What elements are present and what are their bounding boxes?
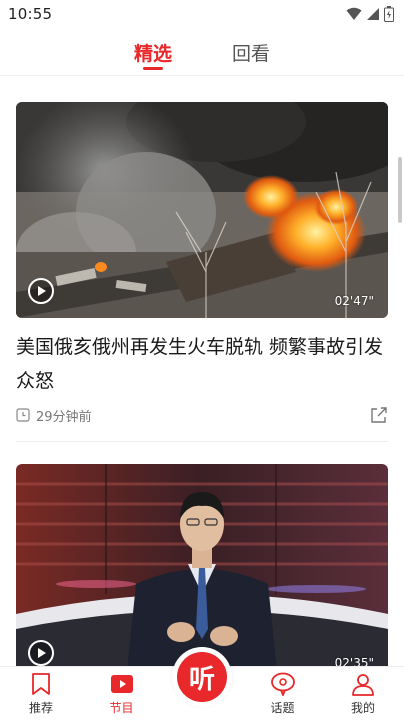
nav-item-recommend[interactable]: 推荐 (10, 667, 72, 720)
news-title[interactable]: 美国俄亥俄州再发生火车脱轨 频繁事故引发众怒 (16, 330, 388, 398)
nav-label: 话题 (270, 701, 295, 715)
nav-label: 我的 (350, 701, 375, 715)
status-time: 10:55 (8, 5, 53, 23)
news-anchor-image (16, 464, 388, 666)
play-button[interactable] (28, 640, 54, 666)
user-icon (350, 671, 376, 697)
status-icons (346, 6, 394, 22)
play-icon (38, 286, 46, 296)
bookmark-icon (28, 671, 54, 697)
divider (16, 441, 388, 442)
nav-label: 推荐 (28, 701, 53, 715)
nav-item-mine[interactable]: 我的 (332, 667, 394, 720)
listen-label: 听 (177, 652, 227, 702)
battery-icon (384, 6, 394, 22)
status-bar: 10:55 (0, 0, 404, 28)
top-tabs: 精选 回看 (0, 28, 404, 76)
scrollbar[interactable] (398, 157, 402, 223)
play-button[interactable] (28, 278, 54, 304)
news-card[interactable]: 02'47" 美国俄亥俄州再发生火车脱轨 频繁事故引发众怒 29分钟前 (16, 102, 388, 442)
news-card[interactable]: 02'35" (16, 464, 388, 666)
video-duration: 02'47" (334, 294, 374, 308)
derailment-scene-image (16, 102, 388, 318)
tab-replay[interactable]: 回看 (232, 28, 270, 76)
clock-icon (16, 408, 30, 422)
video-duration: 02'35" (334, 656, 374, 666)
share-icon[interactable] (370, 406, 388, 424)
nav-label: 节目 (109, 701, 134, 715)
video-thumbnail[interactable]: 02'35" (16, 464, 388, 666)
listen-button[interactable]: 听 (172, 647, 232, 707)
tab-featured[interactable]: 精选 (134, 28, 172, 76)
wifi-icon (346, 7, 362, 20)
nav-item-topics[interactable]: 话题 (252, 667, 314, 720)
news-time-ago: 29分钟前 (36, 409, 92, 425)
signal-icon (367, 8, 379, 20)
news-meta: 29分钟前 (16, 404, 388, 426)
play-icon (38, 648, 46, 658)
video-thumbnail[interactable]: 02'47" (16, 102, 388, 318)
nav-item-programs[interactable]: 节目 (91, 667, 153, 720)
play-tv-icon (109, 671, 135, 697)
chat-bubble-icon (270, 671, 296, 697)
news-feed[interactable]: 02'47" 美国俄亥俄州再发生火车脱轨 频繁事故引发众怒 29分钟前 02'3… (0, 77, 404, 666)
